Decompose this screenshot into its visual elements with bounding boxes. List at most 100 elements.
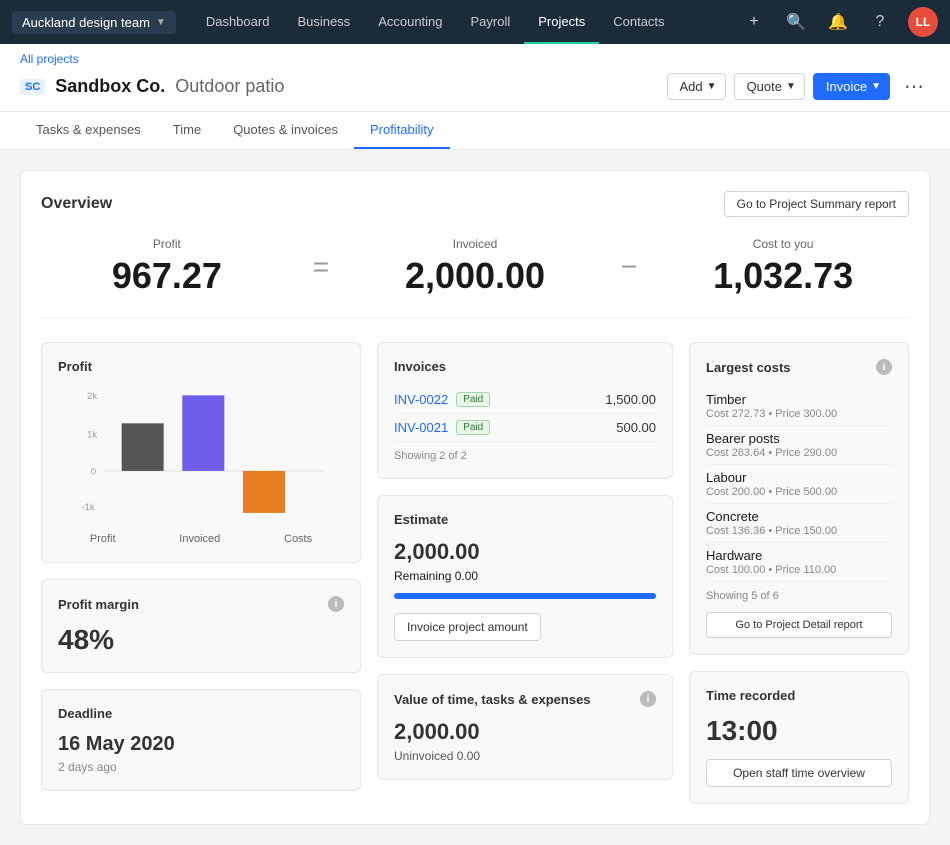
lower-grid: Profit 2k 1k 0 -1k <box>41 342 909 804</box>
time-recorded-value: 13:00 <box>706 715 892 747</box>
uninvoiced-value: 0.00 <box>457 749 480 763</box>
nav-link-dashboard[interactable]: Dashboard <box>192 0 284 44</box>
profit-margin-info-icon[interactable]: i <box>328 596 344 612</box>
estimate-value: 2,000.00 <box>394 539 656 565</box>
profit-margin-title: Profit margin i <box>58 596 344 612</box>
add-btn-label: Add <box>680 79 703 94</box>
chart-container: 2k 1k 0 -1k <box>58 386 344 546</box>
tab-quotes-invoices[interactable]: Quotes & invoices <box>217 112 354 149</box>
deadline-card: Deadline 16 May 2020 2 days ago <box>41 689 361 791</box>
breadcrumb-link[interactable]: All projects <box>20 52 79 66</box>
svg-text:-1k: -1k <box>82 502 95 512</box>
add-btn[interactable]: Add ▼ <box>667 73 726 100</box>
profit-label: Profit <box>41 237 293 251</box>
nav-link-payroll[interactable]: Payroll <box>457 0 525 44</box>
estimate-title: Estimate <box>394 512 656 527</box>
deadline-title: Deadline <box>58 706 112 721</box>
help-button[interactable]: ? <box>866 8 894 36</box>
cost-sub-3: Cost 136.36 • Price 150.00 <box>706 525 892 537</box>
cost-name-1: Bearer posts <box>706 431 892 446</box>
cost-row-2: Labour Cost 200.00 • Price 500.00 <box>706 465 892 504</box>
header-actions: Add ▼ Quote ▼ Invoice ▼ ⋯ <box>667 70 930 103</box>
nav-link-business[interactable]: Business <box>283 0 364 44</box>
tab-tasks-expenses[interactable]: Tasks & expenses <box>20 112 157 149</box>
largest-costs-info-icon[interactable]: i <box>876 359 892 375</box>
deadline-title-text: Deadline <box>58 706 344 721</box>
cost-showing: Showing 5 of 6 <box>706 590 892 602</box>
invoice-btn[interactable]: Invoice ▼ <box>813 73 890 100</box>
quote-btn[interactable]: Quote ▼ <box>734 73 805 100</box>
tab-time[interactable]: Time <box>157 112 217 149</box>
org-selector[interactable]: Auckland design team ▼ <box>12 11 176 34</box>
estimate-card: Estimate 2,000.00 Remaining 0.00 Invoice… <box>377 495 673 658</box>
notifications-button[interactable]: 🔔 <box>824 8 852 36</box>
nav-links: Dashboard Business Accounting Payroll Pr… <box>192 0 740 44</box>
invoiced-metric: Invoiced 2,000.00 <box>349 237 601 297</box>
sub-header: All projects SC Sandbox Co. Outdoor pati… <box>0 44 950 112</box>
invoice-left-1: INV-0021 Paid <box>394 420 490 435</box>
quote-btn-label: Quote <box>747 79 782 94</box>
company-badge: SC <box>20 79 45 95</box>
largest-costs-title: Largest costs i <box>706 359 892 375</box>
profit-margin-title-text: Profit margin <box>58 597 139 612</box>
time-recorded-card: Time recorded 13:00 Open staff time over… <box>689 671 909 804</box>
tab-profitability[interactable]: Profitability <box>354 112 450 149</box>
breadcrumb-row: All projects <box>20 52 930 66</box>
time-recorded-title-text: Time recorded <box>706 688 795 703</box>
invoice-row-0: INV-0022 Paid 1,500.00 <box>394 386 656 414</box>
nav-link-contacts[interactable]: Contacts <box>599 0 678 44</box>
search-button[interactable]: 🔍 <box>782 8 810 36</box>
metrics-row: Profit 967.27 = Invoiced 2,000.00 − Cost… <box>41 237 909 318</box>
cost-row-0: Timber Cost 272.73 • Price 300.00 <box>706 387 892 426</box>
left-col: Profit 2k 1k 0 -1k <box>41 342 361 804</box>
open-staff-time-btn[interactable]: Open staff time overview <box>706 759 892 787</box>
nav-link-accounting[interactable]: Accounting <box>364 0 456 44</box>
svg-text:0: 0 <box>91 467 96 477</box>
remaining-label: Remaining <box>394 569 451 583</box>
invoices-showing: Showing 2 of 2 <box>394 450 656 462</box>
avatar[interactable]: LL <box>908 7 938 37</box>
equals-operator: = <box>293 251 349 283</box>
profit-metric: Profit 967.27 <box>41 237 293 297</box>
estimate-remaining: Remaining 0.00 <box>394 569 656 583</box>
tabs: Tasks & expenses Time Quotes & invoices … <box>0 112 950 150</box>
more-btn[interactable]: ⋯ <box>898 70 930 103</box>
invoice-project-amount-btn[interactable]: Invoice project amount <box>394 613 541 641</box>
value-of-time-title-text: Value of time, tasks & expenses <box>394 692 591 707</box>
invoice-btn-arrow: ▼ <box>871 81 881 92</box>
cost-metric: Cost to you 1,032.73 <box>657 237 909 297</box>
estimate-title-text: Estimate <box>394 512 448 527</box>
cost-row-4: Hardware Cost 100.00 • Price 110.00 <box>706 543 892 582</box>
project-title-row: SC Sandbox Co. Outdoor patio Add ▼ Quote… <box>20 70 930 103</box>
chart-label-invoiced: Invoiced <box>179 533 220 545</box>
vot-value: 2,000.00 <box>394 719 656 745</box>
invoice-id-1[interactable]: INV-0021 <box>394 420 448 435</box>
nav-link-projects[interactable]: Projects <box>524 0 599 44</box>
overview-header: Overview Go to Project Summary report <box>41 191 909 217</box>
uninvoiced-label: Uninvoiced <box>394 749 453 763</box>
value-of-time-info-icon[interactable]: i <box>640 691 656 707</box>
profit-value: 967.27 <box>41 255 293 297</box>
progress-bar-container <box>394 593 656 599</box>
project-detail-report-btn[interactable]: Go to Project Detail report <box>706 612 892 638</box>
cost-row-1: Bearer posts Cost 263.64 • Price 290.00 <box>706 426 892 465</box>
invoiced-bar <box>182 395 224 471</box>
invoice-id-0[interactable]: INV-0022 <box>394 392 448 407</box>
invoices-card: Invoices INV-0022 Paid 1,500.00 INV-0021… <box>377 342 673 479</box>
org-chevron-icon: ▼ <box>156 17 166 28</box>
largest-costs-card: Largest costs i Timber Cost 272.73 • Pri… <box>689 342 909 655</box>
add-button[interactable]: + <box>740 8 768 36</box>
invoice-status-1: Paid <box>456 420 490 435</box>
largest-costs-title-text: Largest costs <box>706 360 791 375</box>
project-title-left: SC Sandbox Co. Outdoor patio <box>20 76 284 97</box>
invoiced-label: Invoiced <box>349 237 601 251</box>
overview-card: Overview Go to Project Summary report Pr… <box>20 170 930 825</box>
cost-sub-2: Cost 200.00 • Price 500.00 <box>706 486 892 498</box>
main-content: Overview Go to Project Summary report Pr… <box>0 150 950 845</box>
project-summary-report-btn[interactable]: Go to Project Summary report <box>724 191 909 217</box>
nav-actions: + 🔍 🔔 ? LL <box>740 7 938 37</box>
profit-chart-title: Profit <box>58 359 344 374</box>
invoices-title: Invoices <box>394 359 656 374</box>
overview-title: Overview <box>41 195 112 213</box>
cost-name-0: Timber <box>706 392 892 407</box>
